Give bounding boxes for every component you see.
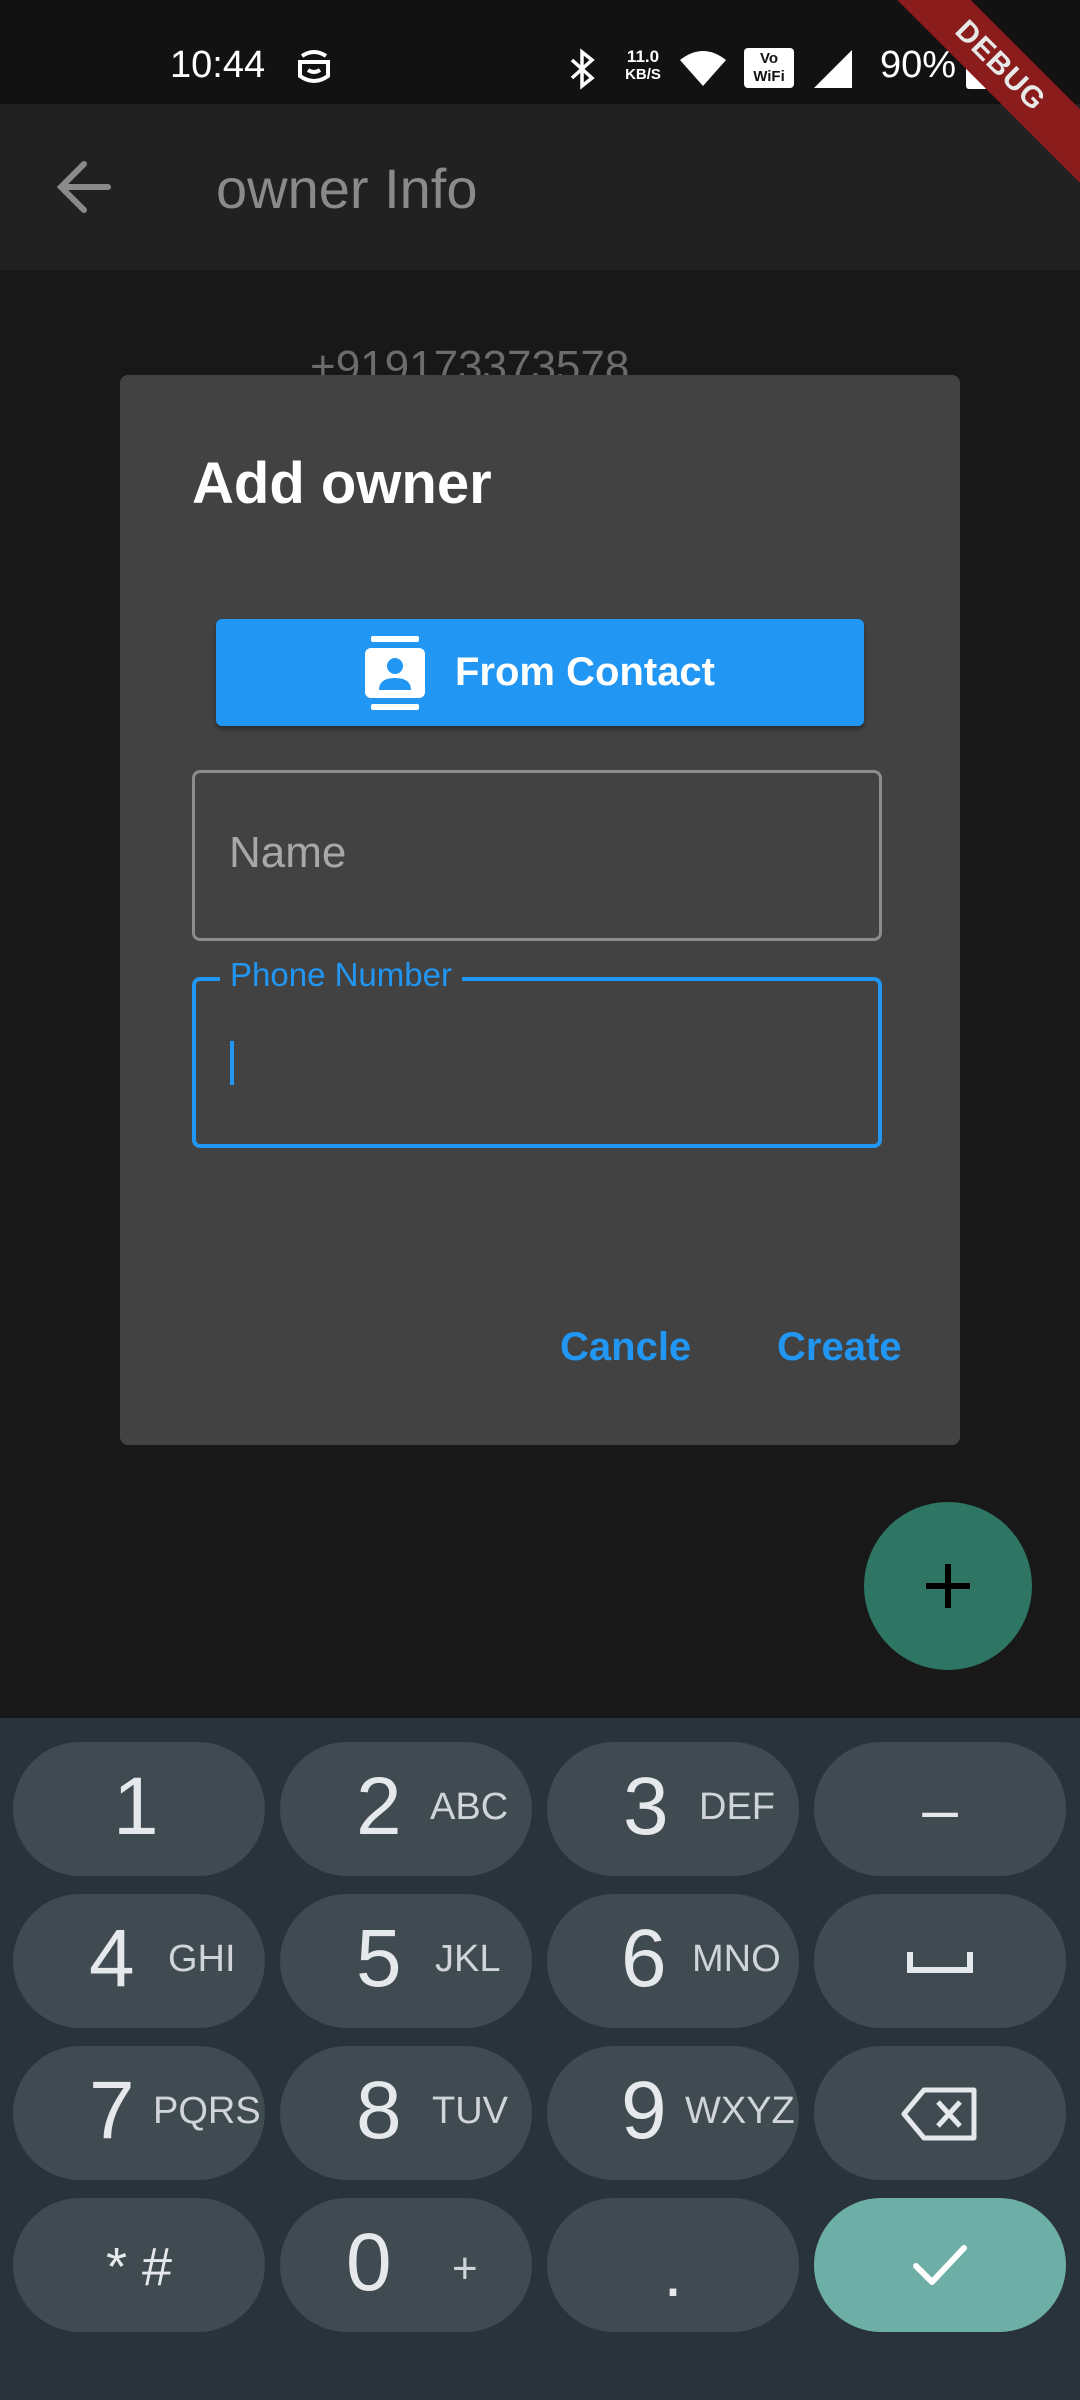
key-dot[interactable]: . (547, 2198, 799, 2332)
back-button[interactable] (40, 142, 130, 232)
bluetooth-icon (570, 48, 595, 90)
dot-glyph: . (663, 2233, 683, 2311)
key-letters: MNO (692, 1938, 781, 1980)
key-letters: PQRS (153, 2090, 261, 2132)
arrow-back-icon (56, 161, 111, 213)
net-speed: 11.0 KB/S (618, 48, 668, 84)
key-6[interactable]: 6 MNO (547, 1894, 799, 2028)
key-digit: 6 (621, 1913, 667, 2004)
space-icon (907, 1952, 973, 1973)
vowifi-bottom: WiFi (753, 68, 785, 85)
key-letters: WXYZ (685, 2090, 795, 2132)
dash-glyph: – (922, 1773, 958, 1845)
key-letters: GHI (168, 1938, 236, 1980)
key-digit: 5 (356, 1913, 402, 2004)
name-field[interactable]: Name (192, 770, 882, 941)
key-5[interactable]: 5 JKL (280, 1894, 532, 2028)
backspace-icon (901, 2087, 977, 2141)
plus-icon (926, 1564, 970, 1608)
name-placeholder: Name (229, 828, 347, 877)
key-digit: 0 (346, 2217, 392, 2308)
key-star-hash[interactable]: * # (13, 2198, 265, 2332)
cancel-button[interactable]: Cancle (560, 1325, 691, 1370)
key-0[interactable]: 0 + (280, 2198, 532, 2332)
net-speed-unit: KB/S (625, 66, 661, 83)
key-letters: DEF (699, 1786, 775, 1828)
text-caret (230, 1041, 234, 1085)
from-contact-button[interactable]: From Contact (216, 619, 864, 726)
app-bar: owner Info (0, 104, 1080, 270)
vowifi-icon: Vo WiFi (744, 48, 794, 88)
key-digit: 3 (623, 1761, 669, 1852)
star-hash-glyph: * # (105, 2237, 173, 2297)
from-contact-label: From Contact (455, 650, 715, 694)
key-4[interactable]: 4 GHI (13, 1894, 265, 2028)
create-button[interactable]: Create (777, 1325, 902, 1370)
key-space[interactable] (814, 1894, 1066, 2028)
check-icon (913, 2245, 967, 2285)
key-letters: + (452, 2244, 478, 2293)
key-digit: 4 (89, 1913, 135, 2004)
key-letters: TUV (432, 2090, 508, 2132)
key-digit: 8 (356, 2065, 402, 2156)
key-1[interactable]: 1 (13, 1742, 265, 1876)
notification-icon (298, 50, 330, 83)
key-digit: 9 (621, 2065, 667, 2156)
numeric-keyboard: 1 2 ABC 3 DEF – 4 GHI 5 JKL 6 MNO 7 PQRS… (0, 1718, 1080, 2400)
done-key[interactable] (814, 2198, 1066, 2332)
key-8[interactable]: 8 TUV (280, 2046, 532, 2180)
status-time: 10:44 (170, 44, 266, 86)
phone-number-field[interactable]: Phone Number (192, 956, 882, 1148)
add-owner-fab[interactable] (864, 1502, 1032, 1670)
key-dash[interactable]: – (814, 1742, 1066, 1876)
key-2[interactable]: 2 ABC (280, 1742, 532, 1876)
add-owner-dialog: Add owner From Contact Name Phone Number… (120, 375, 960, 1445)
key-9[interactable]: 9 WXYZ (547, 2046, 799, 2180)
page-title: owner Info (216, 157, 478, 220)
key-3[interactable]: 3 DEF (547, 1742, 799, 1876)
dialog-title: Add owner (192, 451, 492, 516)
key-letters: ABC (430, 1786, 509, 1828)
battery-percent: 90% (880, 44, 957, 86)
key-digit: 2 (356, 1761, 402, 1852)
key-backspace[interactable] (814, 2046, 1066, 2180)
key-digit: 7 (89, 2065, 135, 2156)
signal-icon (814, 50, 852, 88)
key-letters: JKL (435, 1938, 501, 1980)
contact-card-icon (365, 635, 425, 710)
phone-number-label: Phone Number (220, 956, 462, 994)
wifi-icon (680, 51, 726, 86)
net-speed-value: 11.0 (626, 47, 660, 66)
key-7[interactable]: 7 PQRS (13, 2046, 265, 2180)
vowifi-top: Vo (759, 50, 779, 67)
key-digit: 1 (113, 1761, 159, 1852)
